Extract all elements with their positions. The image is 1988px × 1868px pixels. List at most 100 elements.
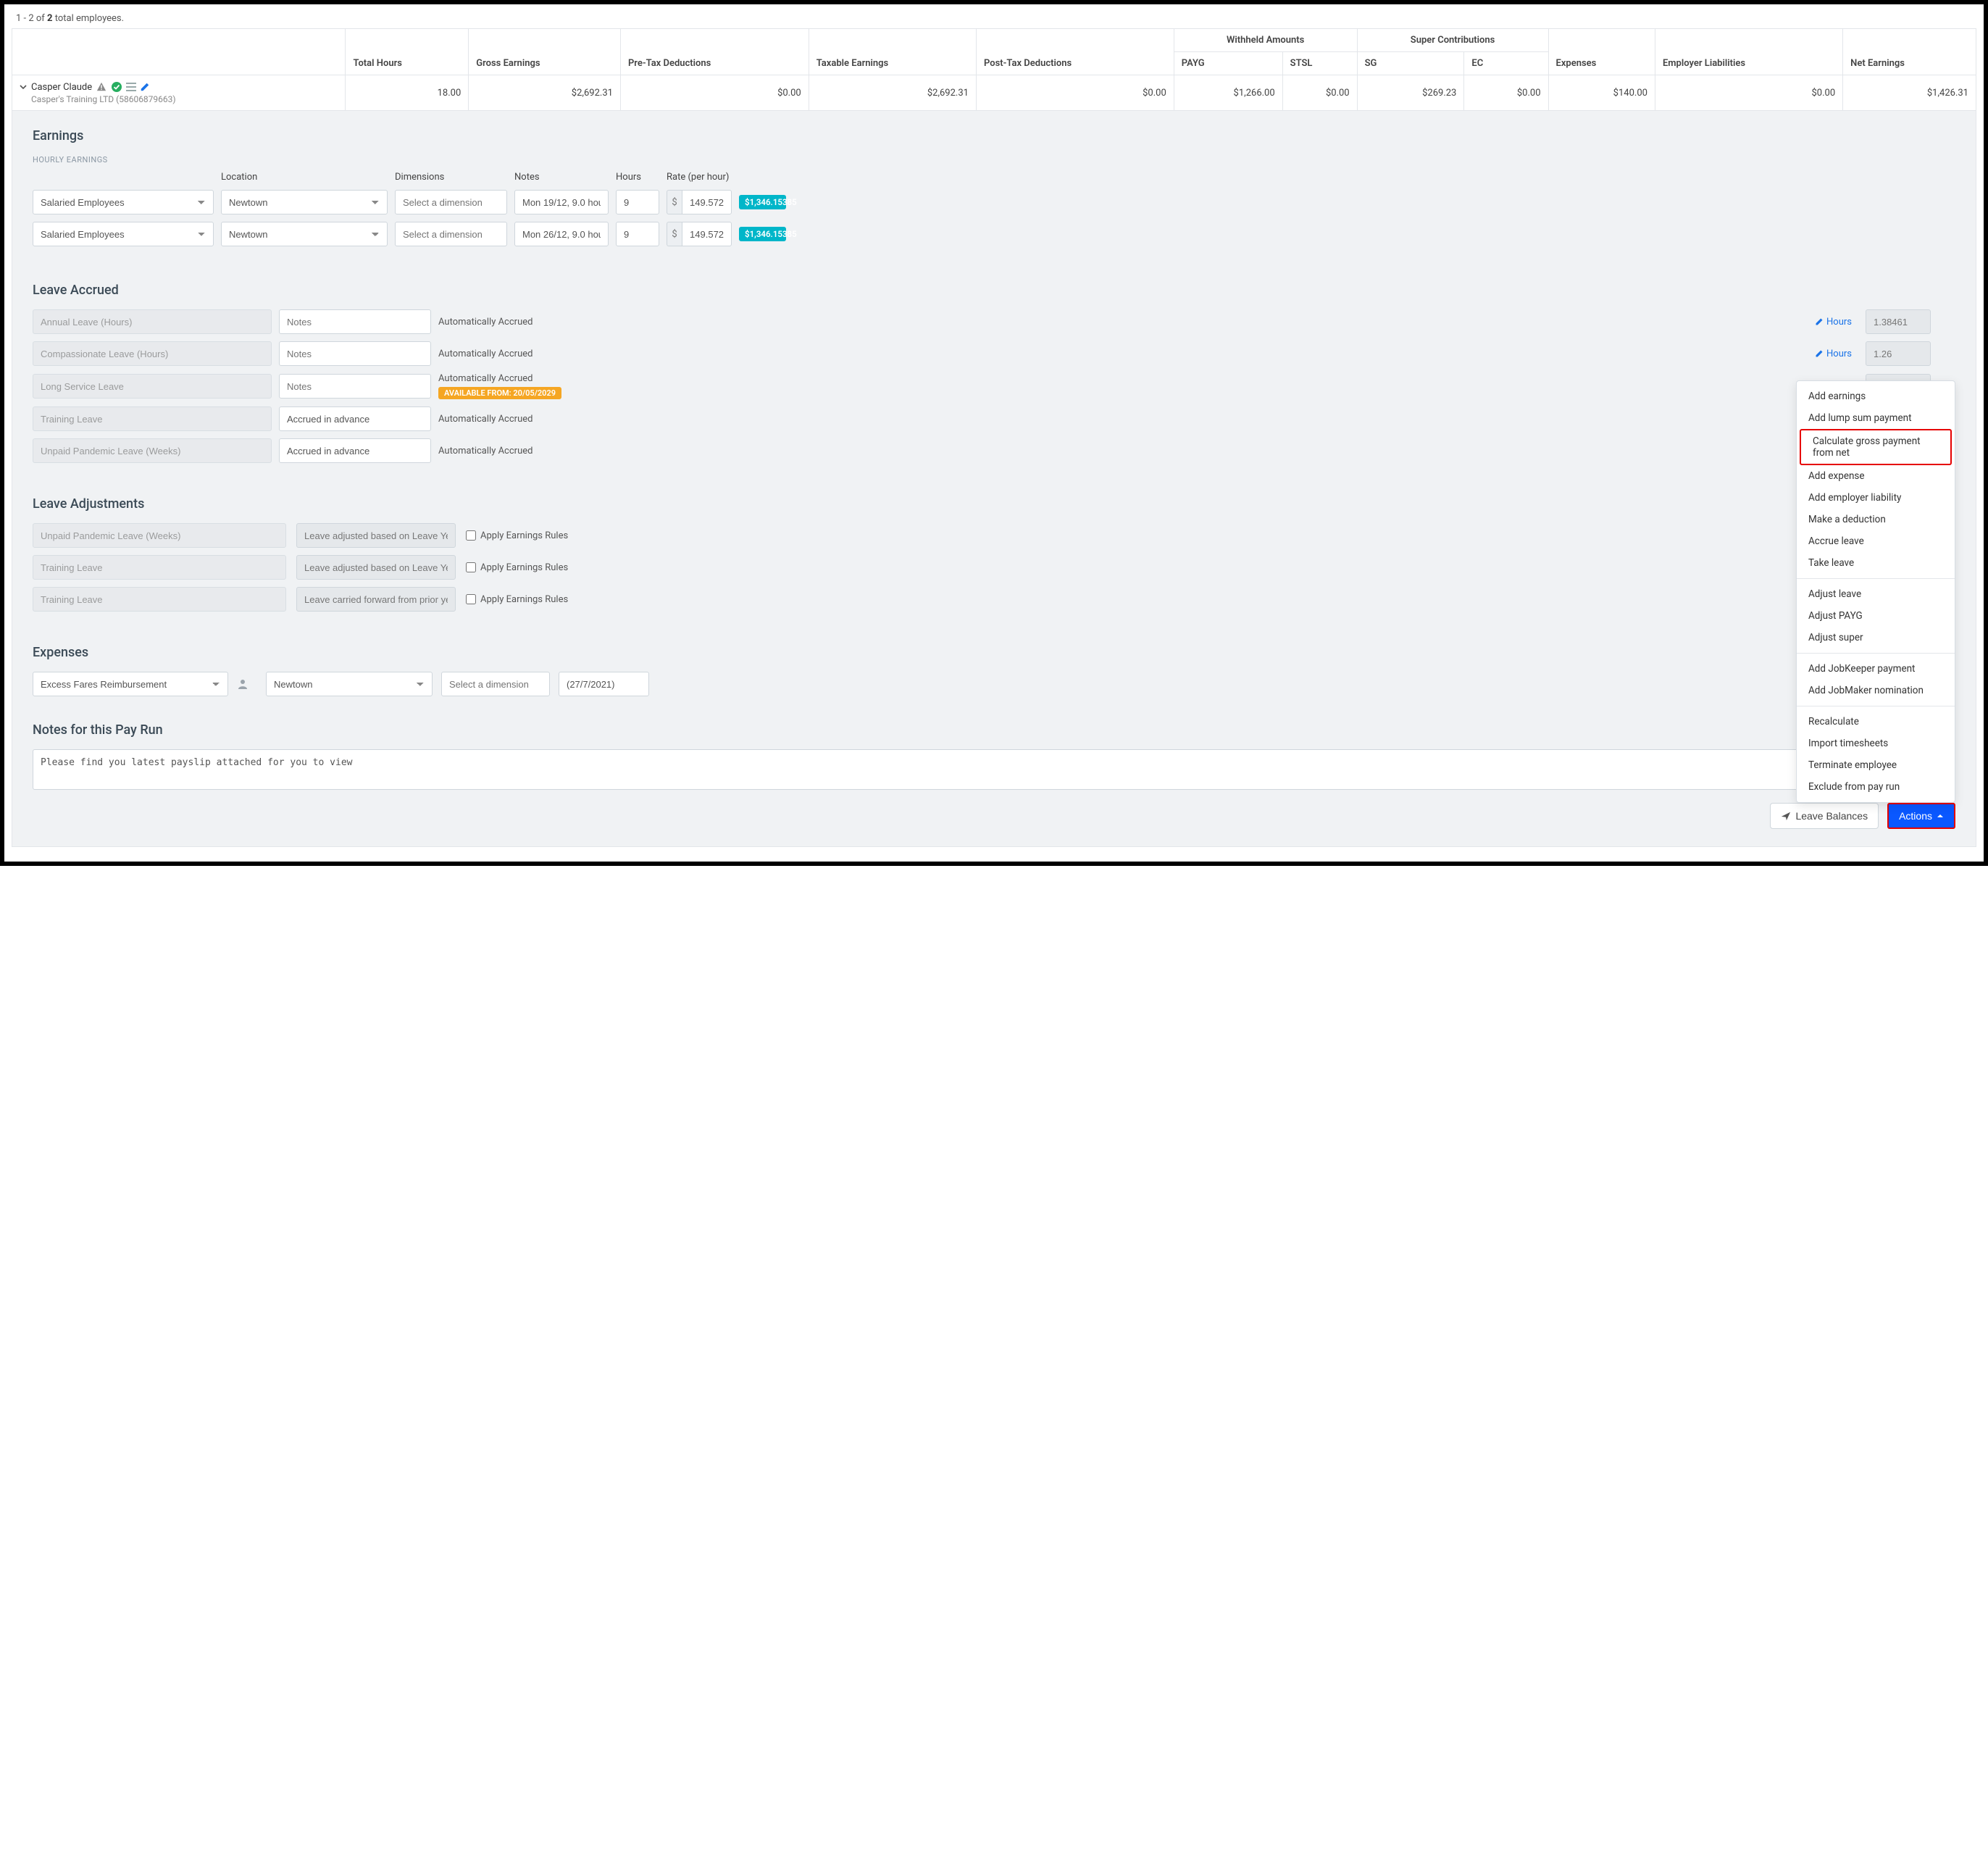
employee-name[interactable]: Casper Claude [31, 82, 92, 93]
menu-item[interactable]: Recalculate [1797, 711, 1955, 733]
menu-item[interactable]: Add JobKeeper payment [1797, 658, 1955, 680]
section-notes: Notes for this Pay Run [33, 722, 1955, 738]
earnings-dimension-input[interactable] [395, 190, 507, 214]
col-rate: Rate (per hour) [667, 172, 732, 183]
warning-icon [96, 82, 106, 92]
section-earnings: Earnings [33, 128, 1955, 143]
employee-summary-table: Total Hours Gross Earnings Pre-Tax Deduc… [12, 28, 1976, 111]
chevron-down-icon[interactable] [20, 83, 27, 91]
employee-company: Casper's Training LTD (58606879663) [31, 94, 338, 104]
col-net: Net Earnings [1843, 29, 1976, 75]
leave-value-input [1866, 341, 1931, 366]
expense-location-select[interactable]: Newtown [266, 672, 433, 696]
leave-unit[interactable]: Hours [1815, 349, 1858, 359]
col-gross: Gross Earnings [469, 29, 621, 75]
menu-item[interactable]: Import timesheets [1797, 733, 1955, 754]
leave-type-select: Long Service Leave [33, 374, 272, 399]
apply-earnings-rules-checkbox[interactable]: Apply Earnings Rules [466, 562, 618, 573]
col-expenses: Expenses [1548, 29, 1655, 75]
adj-type-select: Training Leave [33, 587, 286, 612]
earnings-amount-badge: $1,346.15385 [739, 227, 786, 241]
expense-note-input[interactable] [559, 672, 649, 696]
earnings-hours-input[interactable] [616, 190, 659, 214]
earnings-note-input[interactable] [514, 190, 609, 214]
leave-type-select: Annual Leave (Hours) [33, 309, 272, 334]
menu-item[interactable]: Calculate gross payment from net [1800, 429, 1952, 465]
section-expenses: Expenses [33, 645, 1955, 660]
leave-notes-input[interactable] [279, 374, 431, 399]
earnings-dimension-input[interactable] [395, 222, 507, 246]
earnings-rate-input[interactable] [682, 190, 732, 214]
payrun-notes-textarea[interactable] [33, 749, 1955, 790]
leave-balances-button[interactable]: Leave Balances [1770, 803, 1879, 829]
earnings-type-select[interactable]: Salaried Employees [33, 222, 214, 246]
edit-icon[interactable] [140, 82, 150, 92]
auto-accrued-label: Automatically Accrued [438, 349, 532, 359]
adj-note-input [296, 555, 456, 580]
menu-item[interactable]: Add expense [1797, 465, 1955, 487]
expense-dimension-input[interactable] [441, 672, 550, 696]
caret-up-icon [1937, 813, 1944, 819]
leave-notes-input[interactable] [279, 406, 431, 431]
currency-icon: $ [667, 190, 682, 214]
menu-item[interactable]: Accrue leave [1797, 530, 1955, 552]
col-location: Location [221, 172, 388, 183]
col-notes: Notes [514, 172, 609, 183]
menu-item[interactable]: Make a deduction [1797, 509, 1955, 530]
leave-type-select: Unpaid Pandemic Leave (Weeks) [33, 438, 272, 463]
menu-item[interactable]: Take leave [1797, 552, 1955, 574]
auto-accrued-label: Automatically Accrued [438, 373, 532, 384]
leave-type-select: Compassionate Leave (Hours) [33, 341, 272, 366]
leave-notes-input[interactable] [279, 438, 431, 463]
earnings-location-select[interactable]: Newtown [221, 222, 388, 246]
section-leave-accrued: Leave Accrued [33, 283, 1955, 298]
col-emp-liab: Employer Liabilities [1655, 29, 1842, 75]
col-ec: EC [1464, 52, 1548, 75]
menu-item[interactable]: Adjust super [1797, 627, 1955, 649]
earnings-rate-input[interactable] [682, 222, 732, 246]
col-withheld: Withheld Amounts [1174, 29, 1357, 52]
menu-item[interactable]: Adjust leave [1797, 583, 1955, 605]
earnings-type-select[interactable]: Salaried Employees [33, 190, 214, 214]
menu-item[interactable]: Terminate employee [1797, 754, 1955, 776]
hourly-earnings-label: HOURLY EARNINGS [33, 155, 1955, 164]
employee-detail-panel: Earnings HOURLY EARNINGS Location Dimens… [12, 111, 1976, 847]
menu-item[interactable]: Add JobMaker nomination [1797, 680, 1955, 701]
earnings-hours-input[interactable] [616, 222, 659, 246]
adj-note-input [296, 523, 456, 548]
adj-type-select: Unpaid Pandemic Leave (Weeks) [33, 523, 286, 548]
apply-earnings-rules-checkbox[interactable]: Apply Earnings Rules [466, 594, 618, 605]
leave-type-select: Training Leave [33, 406, 272, 431]
employee-count-summary: 1 - 2 of 2 total employees. [12, 13, 1976, 24]
table-row[interactable]: Casper Claude [12, 75, 1976, 111]
col-total-hours: Total Hours [346, 29, 469, 75]
col-super: Super Contributions [1357, 29, 1548, 52]
currency-icon: $ [667, 222, 682, 246]
col-payg: PAYG [1174, 52, 1282, 75]
menu-item[interactable]: Adjust PAYG [1797, 605, 1955, 627]
leave-value-input [1866, 309, 1931, 334]
auto-accrued-label: Automatically Accrued [438, 414, 532, 425]
expense-type-select[interactable]: Excess Fares Reimbursement [33, 672, 228, 696]
actions-button[interactable]: Actions [1887, 803, 1955, 829]
menu-item[interactable]: Add employer liability [1797, 487, 1955, 509]
leave-notes-input[interactable] [279, 309, 431, 334]
person-icon [237, 678, 257, 690]
leave-notes-input[interactable] [279, 341, 431, 366]
auto-accrued-label: Automatically Accrued [438, 317, 532, 328]
section-leave-adjustments: Leave Adjustments [33, 496, 1955, 512]
menu-item[interactable]: Add lump sum payment [1797, 407, 1955, 429]
col-posttax: Post-Tax Deductions [976, 29, 1174, 75]
adj-note-input [296, 587, 456, 612]
earnings-location-select[interactable]: Newtown [221, 190, 388, 214]
leave-unit[interactable]: Hours [1815, 317, 1858, 328]
earnings-note-input[interactable] [514, 222, 609, 246]
apply-earnings-rules-checkbox[interactable]: Apply Earnings Rules [466, 530, 618, 541]
earnings-amount-badge: $1,346.15385 [739, 195, 786, 209]
col-sg: SG [1357, 52, 1464, 75]
list-icon[interactable] [125, 81, 137, 93]
menu-item[interactable]: Exclude from pay run [1797, 776, 1955, 798]
col-hours: Hours [616, 172, 659, 183]
menu-item[interactable]: Add earnings [1797, 385, 1955, 407]
check-circle-icon [111, 81, 122, 93]
